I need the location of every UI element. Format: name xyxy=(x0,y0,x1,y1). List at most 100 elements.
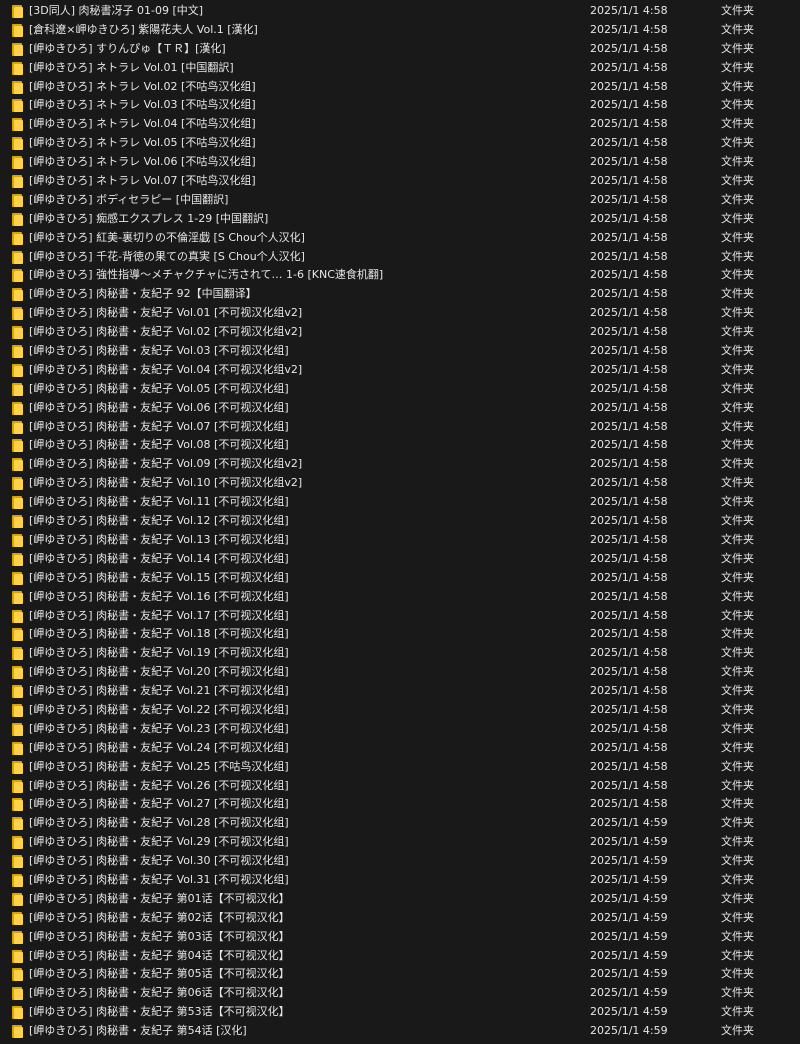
file-type: 文件夹 xyxy=(721,665,754,679)
file-type: 文件夹 xyxy=(721,684,754,698)
list-item[interactable]: [岬ゆきひろ] 肉秘書・友紀子 Vol.22 [不可视汉化组] 2025/1/1… xyxy=(0,701,800,720)
folder-icon xyxy=(12,987,23,1001)
list-item[interactable]: [岬ゆきひろ] 肉秘書・友紀子 第02话【不可视汉化】 2025/1/1 4:5… xyxy=(0,909,800,928)
list-item[interactable]: [岬ゆきひろ] ネトラレ Vol.07 [不咕鸟汉化组] 2025/1/1 4:… xyxy=(0,172,800,191)
list-item[interactable]: [岬ゆきひろ] 肉秘書・友紀子 Vol.24 [不可视汉化组] 2025/1/1… xyxy=(0,739,800,758)
date-modified: 2025/1/1 4:59 xyxy=(590,910,668,924)
list-item[interactable]: [岬ゆきひろ] 肉秘書・友紀子 第04话【不可视汉化】 2025/1/1 4:5… xyxy=(0,947,800,966)
folder-icon xyxy=(12,930,23,944)
list-item[interactable]: [岬ゆきひろ] すりんぴゅ【ＴＲ】[漢化] 2025/1/1 4:58 文件夹 xyxy=(0,40,800,59)
list-item[interactable]: [岬ゆきひろ] ネトラレ Vol.06 [不咕鸟汉化组] 2025/1/1 4:… xyxy=(0,153,800,172)
file-type: 文件夹 xyxy=(721,532,754,546)
file-type: 文件夹 xyxy=(721,702,754,716)
list-item[interactable]: [岬ゆきひろ] 痴感エクスプレス 1-29 [中国翻訳] 2025/1/1 4:… xyxy=(0,210,800,229)
file-type: 文件夹 xyxy=(721,854,754,868)
list-item[interactable]: [岬ゆきひろ] 肉秘書・友紀子 Vol.18 [不可视汉化组] 2025/1/1… xyxy=(0,625,800,644)
file-name: [3D同人] 肉秘書冴子 01-09 [中文] xyxy=(29,4,204,17)
list-item[interactable]: [岬ゆきひろ] 千花-背徳の果ての真実 [S Chou个人汉化] 2025/1/… xyxy=(0,248,800,267)
list-item[interactable]: [岬ゆきひろ] 肉秘書・友紀子 Vol.17 [不可视汉化组] 2025/1/1… xyxy=(0,607,800,626)
list-item[interactable]: [岬ゆきひろ] 肉秘書・友紀子 Vol.29 [不可视汉化组] 2025/1/1… xyxy=(0,833,800,852)
folder-icon xyxy=(12,61,23,75)
file-name: [岬ゆきひろ] 肉秘書・友紀子 第01话【不可视汉化】 xyxy=(29,891,290,905)
file-type: 文件夹 xyxy=(721,967,754,981)
folder-icon xyxy=(12,798,23,812)
file-type: 文件夹 xyxy=(721,438,754,452)
list-item[interactable]: [岬ゆきひろ] 肉秘書・友紀子 Vol.27 [不可视汉化组] 2025/1/1… xyxy=(0,795,800,814)
list-item[interactable]: [岬ゆきひろ] 肉秘書・友紀子 Vol.07 [不可视汉化组] 2025/1/1… xyxy=(0,418,800,437)
list-item[interactable]: [岬ゆきひろ] 肉秘書・友紀子 Vol.09 [不可视汉化组v2] 2025/1… xyxy=(0,455,800,474)
folder-icon xyxy=(12,363,23,377)
list-item[interactable]: [岬ゆきひろ] 肉秘書・友紀子 Vol.20 [不可视汉化组] 2025/1/1… xyxy=(0,663,800,682)
date-modified: 2025/1/1 4:58 xyxy=(590,627,668,641)
list-item[interactable]: [岬ゆきひろ] 肉秘書・友紀子 Vol.25 [不咕鸟汉化组] 2025/1/1… xyxy=(0,758,800,777)
file-name: [岬ゆきひろ] 肉秘書・友紀子 Vol.10 [不可视汉化组v2] xyxy=(29,476,303,490)
folder-icon xyxy=(12,892,23,906)
folder-icon xyxy=(12,590,23,604)
file-name: [岬ゆきひろ] 肉秘書・友紀子 Vol.04 [不可视汉化组v2] xyxy=(29,362,303,376)
file-type: 文件夹 xyxy=(721,778,754,792)
file-name: [岬ゆきひろ] 肉秘書・友紀子 第02话【不可视汉化】 xyxy=(29,910,290,924)
list-item[interactable]: [岬ゆきひろ] 肉秘書・友紀子 Vol.31 [不可视汉化组] 2025/1/1… xyxy=(0,871,800,890)
list-item[interactable]: [岬ゆきひろ] ネトラレ Vol.03 [不咕鸟汉化组] 2025/1/1 4:… xyxy=(0,96,800,115)
list-item[interactable]: [岬ゆきひろ] 肉秘書・友紀子 Vol.14 [不可视汉化组] 2025/1/1… xyxy=(0,550,800,569)
date-modified: 2025/1/1 4:58 xyxy=(590,608,668,622)
folder-icon xyxy=(12,703,23,717)
list-item[interactable]: [岬ゆきひろ] 肉秘書・友紀子 Vol.16 [不可视汉化组] 2025/1/1… xyxy=(0,588,800,607)
date-modified: 2025/1/1 4:59 xyxy=(590,835,668,849)
file-type: 文件夹 xyxy=(721,1005,754,1019)
date-modified: 2025/1/1 4:58 xyxy=(590,117,668,131)
list-item[interactable]: [岬ゆきひろ] 肉秘書・友紀子 Vol.10 [不可视汉化组v2] 2025/1… xyxy=(0,474,800,493)
date-modified: 2025/1/1 4:58 xyxy=(590,495,668,509)
list-item[interactable]: [岬ゆきひろ] 肉秘書・友紀子 Vol.11 [不可视汉化组] 2025/1/1… xyxy=(0,493,800,512)
list-item[interactable]: [岬ゆきひろ] ボディセラピー [中国翻訳] 2025/1/1 4:58 文件夹 xyxy=(0,191,800,210)
list-item[interactable]: [岬ゆきひろ] 肉秘書・友紀子 Vol.03 [不可视汉化组] 2025/1/1… xyxy=(0,342,800,361)
list-item[interactable]: [岬ゆきひろ] ネトラレ Vol.05 [不咕鸟汉化组] 2025/1/1 4:… xyxy=(0,134,800,153)
date-modified: 2025/1/1 4:59 xyxy=(590,816,668,830)
list-item[interactable]: [岬ゆきひろ] 肉秘書・友紀子 Vol.01 [不可视汉化组v2] 2025/1… xyxy=(0,304,800,323)
list-item[interactable]: [岬ゆきひろ] 肉秘書・友紀子 Vol.15 [不可视汉化组] 2025/1/1… xyxy=(0,569,800,588)
folder-icon xyxy=(12,345,23,359)
list-item[interactable]: [岬ゆきひろ] 肉秘書・友紀子 第05话【不可视汉化】 2025/1/1 4:5… xyxy=(0,965,800,984)
file-name: [岬ゆきひろ] 肉秘書・友紀子 Vol.16 [不可视汉化组] xyxy=(29,589,289,603)
file-type: 文件夹 xyxy=(721,136,754,150)
list-item[interactable]: [岬ゆきひろ] 肉秘書・友紀子 Vol.21 [不可视汉化组] 2025/1/1… xyxy=(0,682,800,701)
list-item[interactable]: [岬ゆきひろ] 強性指導～メチャクチャに汚されて… 1-6 [KNC速食机翻] … xyxy=(0,266,800,285)
file-name: [岬ゆきひろ] 肉秘書・友紀子 Vol.13 [不可视汉化组] xyxy=(29,532,289,546)
list-item[interactable]: [岬ゆきひろ] 肉秘書・友紀子 Vol.19 [不可视汉化组] 2025/1/1… xyxy=(0,644,800,663)
list-item[interactable]: [岬ゆきひろ] 肉秘書・友紀子 第53话【不可视汉化】 2025/1/1 4:5… xyxy=(0,1003,800,1022)
list-item[interactable]: [岬ゆきひろ] 肉秘書・友紀子 Vol.08 [不可视汉化组] 2025/1/1… xyxy=(0,436,800,455)
folder-icon xyxy=(12,250,23,264)
file-name: [岬ゆきひろ] 肉秘書・友紀子 Vol.22 [不可视汉化组] xyxy=(29,702,289,716)
list-item[interactable]: [岬ゆきひろ] 肉秘書・友紀子 Vol.04 [不可视汉化组v2] 2025/1… xyxy=(0,361,800,380)
list-item[interactable]: [岬ゆきひろ] 肉秘書・友紀子 Vol.30 [不可视汉化组] 2025/1/1… xyxy=(0,852,800,871)
list-item[interactable]: [岬ゆきひろ] ネトラレ Vol.04 [不咕鸟汉化组] 2025/1/1 4:… xyxy=(0,115,800,134)
file-name: [岬ゆきひろ] 肉秘書・友紀子 Vol.28 [不可视汉化组] xyxy=(29,816,289,830)
list-item[interactable]: [岬ゆきひろ] 肉秘書・友紀子 92【中国翻译】 2025/1/1 4:58 文… xyxy=(0,285,800,304)
list-item[interactable]: [岬ゆきひろ] 肉秘書・友紀子 Vol.26 [不可视汉化组] 2025/1/1… xyxy=(0,777,800,796)
list-item[interactable]: [岬ゆきひろ] ネトラレ Vol.01 [中国翻訳] 2025/1/1 4:58… xyxy=(0,59,800,78)
folder-icon xyxy=(12,911,23,925)
list-item[interactable]: [岬ゆきひろ] 肉秘書・友紀子 第54话 [汉化] 2025/1/1 4:59 … xyxy=(0,1022,800,1041)
list-item[interactable]: [3D同人] 肉秘書冴子 01-09 [中文] 2025/1/1 4:58 文件… xyxy=(0,2,800,21)
list-item[interactable]: [岬ゆきひろ] 肉秘書・友紀子 第06话【不可视汉化】 2025/1/1 4:5… xyxy=(0,984,800,1003)
list-item[interactable]: [岬ゆきひろ] 紅美-裏切りの不倫淫戯 [S Chou个人汉化] 2025/1/… xyxy=(0,229,800,248)
list-item[interactable]: [岬ゆきひろ] 肉秘書・友紀子 Vol.28 [不可视汉化组] 2025/1/1… xyxy=(0,814,800,833)
folder-icon xyxy=(12,609,23,623)
list-item[interactable]: [倉科遼×岬ゆきひろ] 紫陽花夫人 Vol.1 [漢化] 2025/1/1 4:… xyxy=(0,21,800,40)
file-name: [岬ゆきひろ] 肉秘書・友紀子 Vol.01 [不可视汉化组v2] xyxy=(29,306,303,320)
list-item[interactable]: [岬ゆきひろ] 肉秘書・友紀子 Vol.13 [不可视汉化组] 2025/1/1… xyxy=(0,531,800,550)
list-item[interactable]: [岬ゆきひろ] 肉秘書・友紀子 第03话【不可视汉化】 2025/1/1 4:5… xyxy=(0,928,800,947)
list-item[interactable]: [岬ゆきひろ] ネトラレ Vol.02 [不咕鸟汉化组] 2025/1/1 4:… xyxy=(0,78,800,97)
list-item[interactable]: [岬ゆきひろ] 肉秘書・友紀子 第01话【不可视汉化】 2025/1/1 4:5… xyxy=(0,890,800,909)
file-type: 文件夹 xyxy=(721,986,754,1000)
date-modified: 2025/1/1 4:58 xyxy=(590,702,668,716)
list-item[interactable]: [岬ゆきひろ] 肉秘書・友紀子 Vol.06 [不可视汉化组] 2025/1/1… xyxy=(0,399,800,418)
list-item[interactable]: [岬ゆきひろ] 肉秘書・友紀子 Vol.12 [不可视汉化组] 2025/1/1… xyxy=(0,512,800,531)
list-item[interactable]: [岬ゆきひろ] 肉秘書・友紀子 Vol.02 [不可视汉化组v2] 2025/1… xyxy=(0,323,800,342)
list-item[interactable]: [岬ゆきひろ] 肉秘書・友紀子 Vol.23 [不可视汉化组] 2025/1/1… xyxy=(0,720,800,739)
date-modified: 2025/1/1 4:58 xyxy=(590,268,668,282)
folder-icon xyxy=(12,533,23,547)
file-name: [岬ゆきひろ] 千花-背徳の果ての真実 [S Chou个人汉化] xyxy=(29,249,305,263)
list-item[interactable]: [岬ゆきひろ] 肉秘書・友紀子 Vol.05 [不可视汉化组] 2025/1/1… xyxy=(0,380,800,399)
file-type: 文件夹 xyxy=(721,268,754,282)
